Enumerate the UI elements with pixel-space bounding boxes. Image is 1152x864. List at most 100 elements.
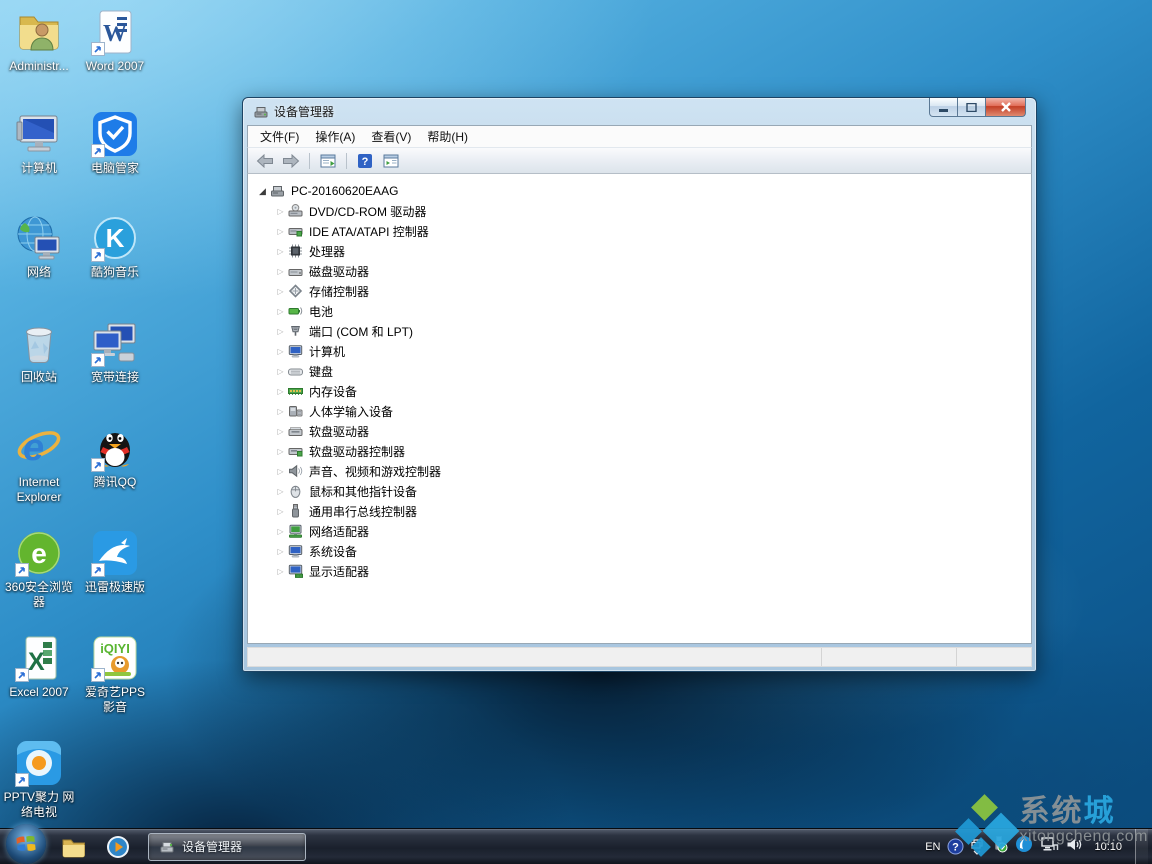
- sound-icon: [287, 463, 304, 479]
- desktop-icon-thunder[interactable]: 迅雷极速版: [78, 529, 152, 595]
- forward-button[interactable]: [280, 150, 302, 171]
- tree-item-root[interactable]: ◢ PC-20160620EAAG: [248, 181, 1031, 201]
- desktop-icon-label: Excel 2007: [2, 685, 76, 700]
- tree-item[interactable]: ▷ 计算机: [248, 341, 1031, 361]
- expand-arrow-icon[interactable]: ▷: [274, 487, 287, 496]
- desktop-icon-word-2007[interactable]: W Word 2007: [78, 8, 152, 74]
- tree-item[interactable]: ▷ 端口 (COM 和 LPT): [248, 321, 1031, 341]
- tree-item[interactable]: ▷ 人体学输入设备: [248, 401, 1031, 421]
- expand-arrow-icon[interactable]: ▷: [274, 447, 287, 456]
- tree-item[interactable]: ▷ 软盘驱动器: [248, 421, 1031, 441]
- expand-arrow-icon[interactable]: ▷: [274, 267, 287, 276]
- status-pane-main: [248, 648, 822, 666]
- minimize-button[interactable]: [929, 98, 958, 117]
- tree-item[interactable]: ▷ 声音、视频和游戏控制器: [248, 461, 1031, 481]
- expand-arrow-icon[interactable]: ▷: [274, 347, 287, 356]
- taskbar-button-device-manager[interactable]: 设备管理器: [148, 833, 306, 861]
- tree-item-label: 系统设备: [309, 543, 357, 560]
- shortcut-arrow-icon: [15, 563, 29, 577]
- device-tree: ◢ PC-20160620EAAG ▷ DVD/CD-ROM 驱动器 ▷ IDE…: [247, 174, 1032, 644]
- desktop-icon-qq[interactable]: 腾讯QQ: [78, 424, 152, 490]
- expand-arrow-icon[interactable]: ▷: [274, 287, 287, 296]
- tree-item[interactable]: ▷ 系统设备: [248, 541, 1031, 561]
- back-button[interactable]: [254, 150, 276, 171]
- explorer-taskbar-icon[interactable]: [57, 833, 91, 861]
- collapse-arrow-icon[interactable]: ◢: [256, 186, 269, 197]
- tree-item[interactable]: ▷ 处理器: [248, 241, 1031, 261]
- tree-item[interactable]: ▷ 磁盘驱动器: [248, 261, 1031, 281]
- desktop-icon-excel-2007[interactable]: X Excel 2007: [2, 634, 76, 700]
- desktop-icon-360-browser[interactable]: e 360安全浏览器: [2, 529, 76, 610]
- tree-item[interactable]: ▷ DVD/CD-ROM 驱动器: [248, 201, 1031, 221]
- menu-help[interactable]: 帮助(H): [419, 126, 476, 147]
- tree-item[interactable]: ▷ 鼠标和其他指针设备: [248, 481, 1031, 501]
- keyboard-icon: [287, 363, 304, 379]
- maximize-button[interactable]: [957, 98, 986, 117]
- menu-file[interactable]: 文件(F): [252, 126, 307, 147]
- expand-arrow-icon[interactable]: ▷: [274, 507, 287, 516]
- desktop-icon-administrator[interactable]: Administr...: [2, 8, 76, 74]
- tree-item[interactable]: ▷ 网络适配器: [248, 521, 1031, 541]
- desktop-icon-network[interactable]: 网络: [2, 214, 76, 280]
- desktop-icon-label: Administr...: [2, 59, 76, 74]
- expand-arrow-icon[interactable]: ▷: [274, 327, 287, 336]
- tree-item[interactable]: ▷ 键盘: [248, 361, 1031, 381]
- title-bar[interactable]: 设备管理器: [247, 98, 1032, 125]
- watermark-url: xitongcheng.com: [1020, 828, 1148, 846]
- menu-view[interactable]: 查看(V): [363, 126, 419, 147]
- ide-controller-icon: [287, 223, 304, 239]
- help-button[interactable]: ?: [354, 150, 376, 171]
- desktop: Administr... W Word 2007 计算机 电脑管家 网络 K 酷…: [0, 0, 1152, 864]
- mouse-icon: [287, 483, 304, 499]
- tree-item[interactable]: ▷ 存储控制器: [248, 281, 1031, 301]
- action-pane-button[interactable]: [380, 150, 402, 171]
- computer-icon: [15, 110, 63, 158]
- expand-arrow-icon[interactable]: ▷: [274, 527, 287, 536]
- tree-item-label: 键盘: [309, 363, 333, 380]
- tree-item[interactable]: ▷ IDE ATA/ATAPI 控制器: [248, 221, 1031, 241]
- desktop-icon-label: 酷狗音乐: [78, 265, 152, 280]
- desktop-icon-broadband[interactable]: 宽带连接: [78, 319, 152, 385]
- expand-arrow-icon[interactable]: ▷: [274, 207, 287, 216]
- recycle-bin-icon: [15, 319, 63, 367]
- xitongcheng-logo-icon: [958, 796, 1020, 862]
- desktop-icon-pc-manager[interactable]: 电脑管家: [78, 110, 152, 176]
- toolbar: ?: [247, 147, 1032, 174]
- tree-item[interactable]: ▷ 内存设备: [248, 381, 1031, 401]
- processor-icon: [287, 243, 304, 259]
- desktop-icon-kugou[interactable]: K 酷狗音乐: [78, 214, 152, 280]
- user-folder-icon: [15, 8, 63, 56]
- shortcut-arrow-icon: [91, 458, 105, 472]
- tree-item[interactable]: ▷ 软盘驱动器控制器: [248, 441, 1031, 461]
- tree-item[interactable]: ▷ 显示适配器: [248, 561, 1031, 581]
- tree-item[interactable]: ▷ 通用串行总线控制器: [248, 501, 1031, 521]
- desktop-icon-iqiyi[interactable]: iQIYI 爱奇艺PPS 影音: [78, 634, 152, 715]
- media-player-taskbar-icon[interactable]: [101, 833, 135, 861]
- desktop-icon-internet-explorer[interactable]: e Internet Explorer: [2, 424, 76, 505]
- expand-arrow-icon[interactable]: ▷: [274, 547, 287, 556]
- tree-item-label: 通用串行总线控制器: [309, 503, 417, 520]
- expand-arrow-icon[interactable]: ▷: [274, 387, 287, 396]
- tree-item-label: PC-20160620EAAG: [291, 184, 398, 198]
- ports-icon: [287, 323, 304, 339]
- desktop-icon-label: 爱奇艺PPS 影音: [78, 685, 152, 715]
- language-indicator[interactable]: EN: [925, 841, 940, 853]
- desktop-icon-recycle-bin[interactable]: 回收站: [2, 319, 76, 385]
- start-button[interactable]: [6, 824, 46, 864]
- tree-item-label: 内存设备: [309, 383, 357, 400]
- expand-arrow-icon[interactable]: ▷: [274, 567, 287, 576]
- console-tree-button[interactable]: [317, 150, 339, 171]
- expand-arrow-icon[interactable]: ▷: [274, 427, 287, 436]
- expand-arrow-icon[interactable]: ▷: [274, 407, 287, 416]
- expand-arrow-icon[interactable]: ▷: [274, 467, 287, 476]
- close-button[interactable]: [985, 98, 1026, 117]
- expand-arrow-icon[interactable]: ▷: [274, 227, 287, 236]
- desktop-icon-pptv[interactable]: PPTV聚力 网络电视: [2, 739, 76, 820]
- expand-arrow-icon[interactable]: ▷: [274, 307, 287, 316]
- tree-item-label: 处理器: [309, 243, 345, 260]
- expand-arrow-icon[interactable]: ▷: [274, 247, 287, 256]
- menu-action[interactable]: 操作(A): [307, 126, 363, 147]
- desktop-icon-computer[interactable]: 计算机: [2, 110, 76, 176]
- tree-item[interactable]: ▷ 电池: [248, 301, 1031, 321]
- expand-arrow-icon[interactable]: ▷: [274, 367, 287, 376]
